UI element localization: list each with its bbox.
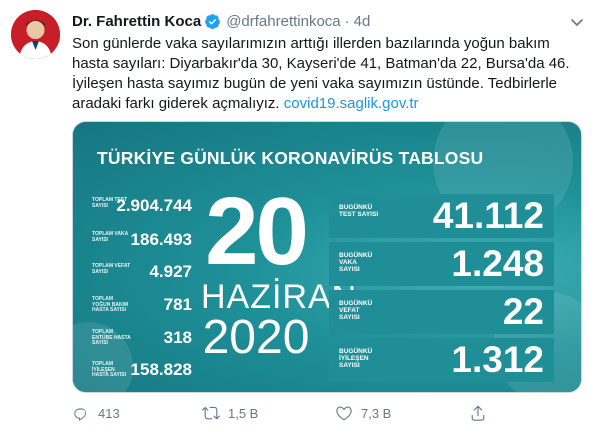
daily-case-value: 1.248 bbox=[451, 243, 544, 284]
daily-death-label: BUGÜNKÜ VEFAT SAYISI bbox=[339, 300, 373, 321]
timestamp[interactable]: 4d bbox=[354, 13, 371, 30]
retweet-icon bbox=[202, 406, 220, 420]
avatar[interactable] bbox=[11, 10, 60, 59]
share-icon bbox=[471, 405, 485, 421]
date-year: 2020 bbox=[202, 311, 310, 364]
tweet: Dr. Fahrettin Koca @drfahrettinkoca · 4d… bbox=[0, 0, 599, 438]
retweet-count: 1,5 B bbox=[228, 405, 259, 421]
total-icu-label: TOPLAM YOĞUN BAKIM HASTA SAYISI bbox=[92, 296, 129, 313]
card-title: TÜRKİYE GÜNLÜK KORONAVİRÜS TABLOSU bbox=[97, 148, 484, 168]
date-day: 20 bbox=[205, 178, 309, 285]
like-button[interactable]: 7,3 B bbox=[335, 402, 391, 424]
total-recovered-label: TOPLAM İYİLEŞEN HASTA SAYISI bbox=[92, 361, 126, 378]
total-recovered-value: 158.828 bbox=[130, 360, 192, 379]
tweet-header: Dr. Fahrettin Koca @drfahrettinkoca · 4d bbox=[72, 12, 370, 30]
tweet-media-card[interactable]: TÜRKİYE GÜNLÜK KORONAVİRÜS TABLOSU TOPLA… bbox=[72, 121, 582, 393]
daily-test-value: 41.112 bbox=[432, 195, 544, 236]
verified-badge-icon bbox=[204, 13, 221, 30]
like-count: 7,3 B bbox=[361, 405, 392, 421]
chevron-down-icon[interactable] bbox=[569, 14, 585, 30]
handle[interactable]: @drfahrettinkoca bbox=[226, 13, 340, 30]
reply-icon bbox=[74, 408, 87, 421]
total-icu: TOPLAM YOĞUN BAKIM HASTA SAYISI 781 bbox=[92, 295, 192, 319]
separator-dot: · bbox=[344, 12, 350, 30]
date-month: HAZİRAN bbox=[201, 278, 358, 316]
display-name[interactable]: Dr. Fahrettin Koca bbox=[72, 13, 201, 30]
total-intubated-value: 318 bbox=[163, 328, 192, 347]
daily-recovered-label: BUGÜNKÜ İYİLEŞEN SAYISI bbox=[339, 348, 373, 369]
tweet-link[interactable]: covid19.saglik.gov.tr bbox=[284, 95, 419, 112]
tweet-actions: 413 1,5 B 7,3 B bbox=[72, 402, 582, 424]
daily-recovered: BUGÜNKÜ İYİLEŞEN SAYISI 1.312 bbox=[329, 338, 554, 382]
total-case-value: 186.493 bbox=[130, 230, 192, 249]
share-button[interactable] bbox=[469, 402, 495, 424]
daily-death: BUGÜNKÜ VEFAT SAYISI 22 bbox=[329, 290, 554, 334]
total-test: TOPLAM TEST SAYISI 2.904.744 bbox=[92, 196, 192, 220]
total-death: TOPLAM VEFAT SAYISI 4.927 bbox=[92, 262, 192, 286]
total-recovered: TOPLAM İYİLEŞEN HASTA SAYISI 158.828 bbox=[92, 360, 192, 384]
total-case: TOPLAM VAKA SAYISI 186.493 bbox=[92, 230, 192, 254]
total-death-value: 4.927 bbox=[149, 262, 192, 281]
total-intubated: TOPLAM ENTÜBE HASTA SAYISI 318 bbox=[92, 328, 192, 352]
total-case-label: TOPLAM VAKA SAYISI bbox=[92, 231, 129, 243]
reply-button[interactable]: 413 bbox=[72, 402, 120, 424]
total-test-value: 2.904.744 bbox=[116, 196, 192, 215]
tweet-text: Son günlerde vaka sayılarımızın arttığı … bbox=[72, 34, 582, 114]
reply-count: 413 bbox=[98, 405, 120, 421]
daily-test: BUGÜNKÜ TEST SAYISI 41.112 bbox=[329, 194, 554, 238]
retweet-button[interactable]: 1,5 B bbox=[202, 402, 258, 424]
total-intubated-label: TOPLAM ENTÜBE HASTA SAYISI bbox=[92, 329, 131, 346]
daily-case: BUGÜNKÜ VAKA SAYISI 1.248 bbox=[329, 242, 554, 286]
daily-death-value: 22 bbox=[502, 291, 544, 332]
total-death-label: TOPLAM VEFAT SAYISI bbox=[92, 263, 131, 275]
total-icu-value: 781 bbox=[163, 295, 192, 314]
daily-case-label: BUGÜNKÜ VAKA SAYISI bbox=[339, 252, 373, 273]
daily-recovered-value: 1.312 bbox=[451, 339, 544, 380]
daily-test-label: BUGÜNKÜ TEST SAYISI bbox=[339, 204, 379, 218]
heart-icon bbox=[336, 406, 352, 421]
